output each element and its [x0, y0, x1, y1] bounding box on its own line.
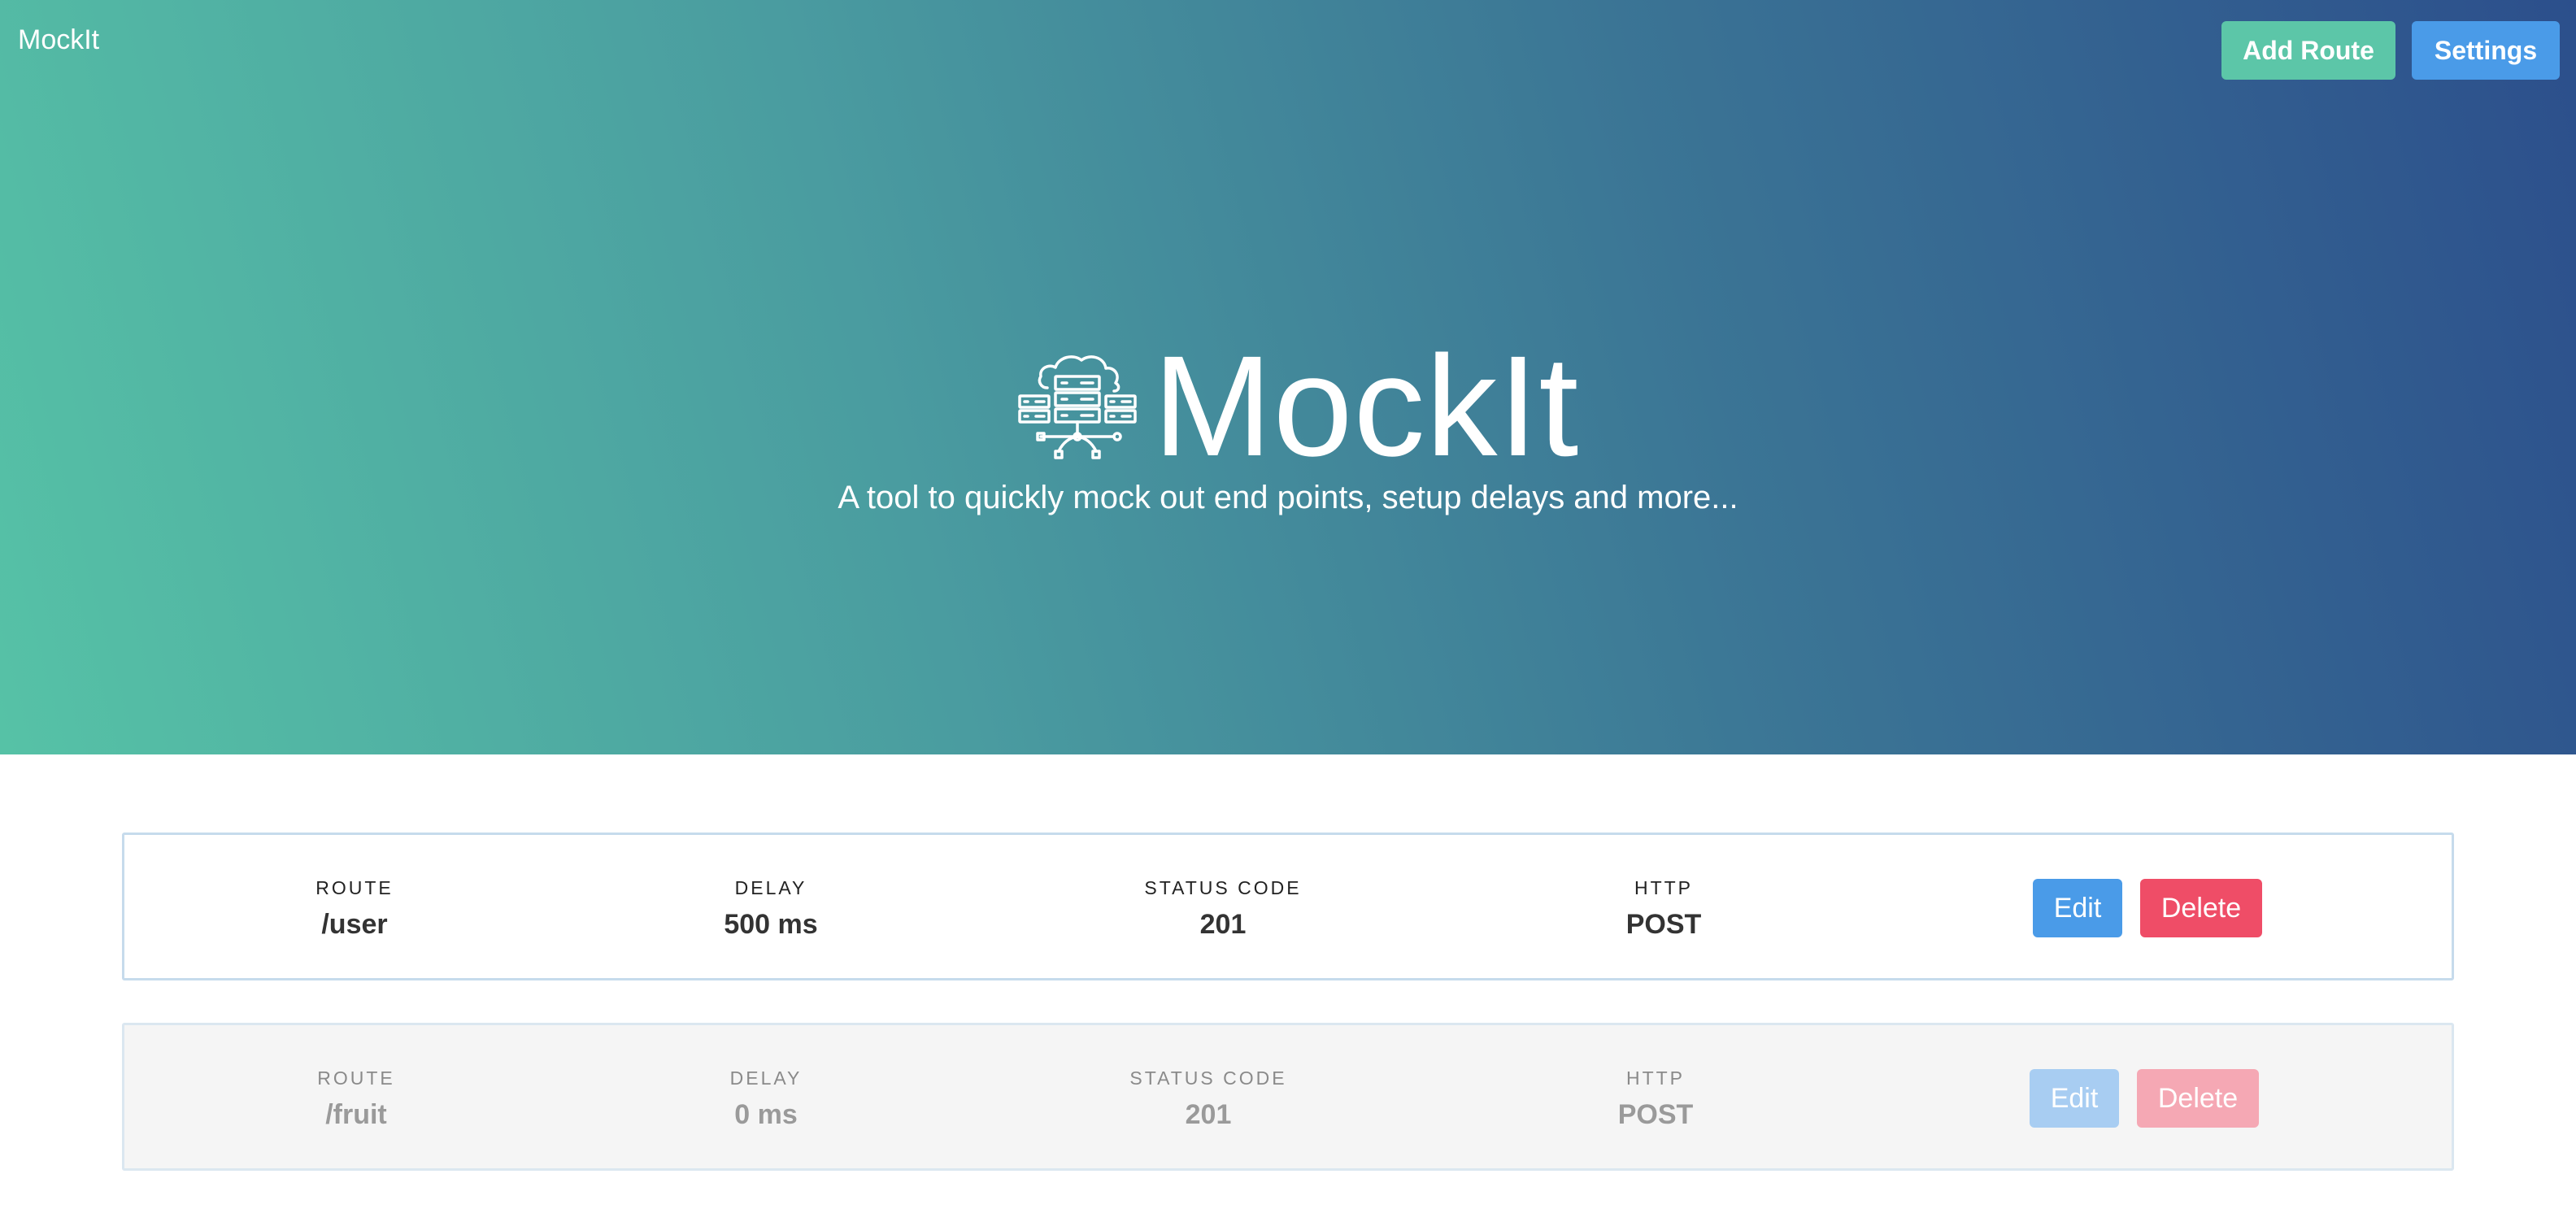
route-value: /user [321, 909, 388, 940]
delay-value: 0 ms [734, 1099, 798, 1130]
status-code-field: STATUS CODE 201 [1060, 877, 1386, 941]
hero-banner: MockIt Add Route Settings MockIt A tool … [0, 0, 2576, 754]
delete-button[interactable]: Delete [2140, 879, 2262, 937]
status-code-label: STATUS CODE [1144, 877, 1302, 898]
route-field: ROUTE /user [192, 877, 517, 941]
http-value: POST [1625, 909, 1702, 940]
delay-value: 500 ms [724, 909, 818, 940]
route-field: ROUTE /fruit [194, 1067, 519, 1131]
status-code-value: 201 [1185, 1099, 1232, 1130]
status-code-field: STATUS CODE 201 [1046, 1067, 1371, 1131]
cloud-server-network-icon [1018, 355, 1137, 459]
route-label: ROUTE [315, 877, 394, 898]
http-label: HTTP [1634, 877, 1694, 898]
route-card-disabled: ROUTE /fruit DELAY 0 ms STATUS CODE 201 … [122, 1023, 2454, 1171]
delay-field: DELAY 500 ms [608, 877, 933, 941]
delay-label: DELAY [734, 877, 807, 898]
route-value: /fruit [325, 1099, 387, 1130]
http-method-field: HTTP POST [1493, 1067, 1818, 1131]
delay-field: DELAY 0 ms [603, 1067, 929, 1131]
http-label: HTTP [1625, 1067, 1686, 1089]
status-code-label: STATUS CODE [1129, 1067, 1287, 1089]
hero-title: MockIt [1153, 327, 1580, 486]
route-label: ROUTE [317, 1067, 395, 1089]
delete-button[interactable]: Delete [2137, 1069, 2259, 1128]
edit-button[interactable]: Edit [2030, 1069, 2119, 1128]
brand-link[interactable]: MockIt [18, 24, 99, 56]
edit-button[interactable]: Edit [2033, 879, 2122, 937]
add-route-button[interactable]: Add Route [2221, 21, 2395, 80]
hero-tagline: A tool to quickly mock out end points, s… [838, 480, 1738, 515]
route-card: ROUTE /user DELAY 500 ms STATUS CODE 201… [122, 833, 2454, 980]
http-method-field: HTTP POST [1501, 877, 1826, 941]
settings-button[interactable]: Settings [2412, 21, 2560, 80]
hero-logo: MockIt [1016, 333, 1579, 480]
http-value: POST [1617, 1099, 1694, 1130]
delay-label: DELAY [729, 1067, 803, 1089]
status-code-value: 201 [1199, 909, 1247, 940]
